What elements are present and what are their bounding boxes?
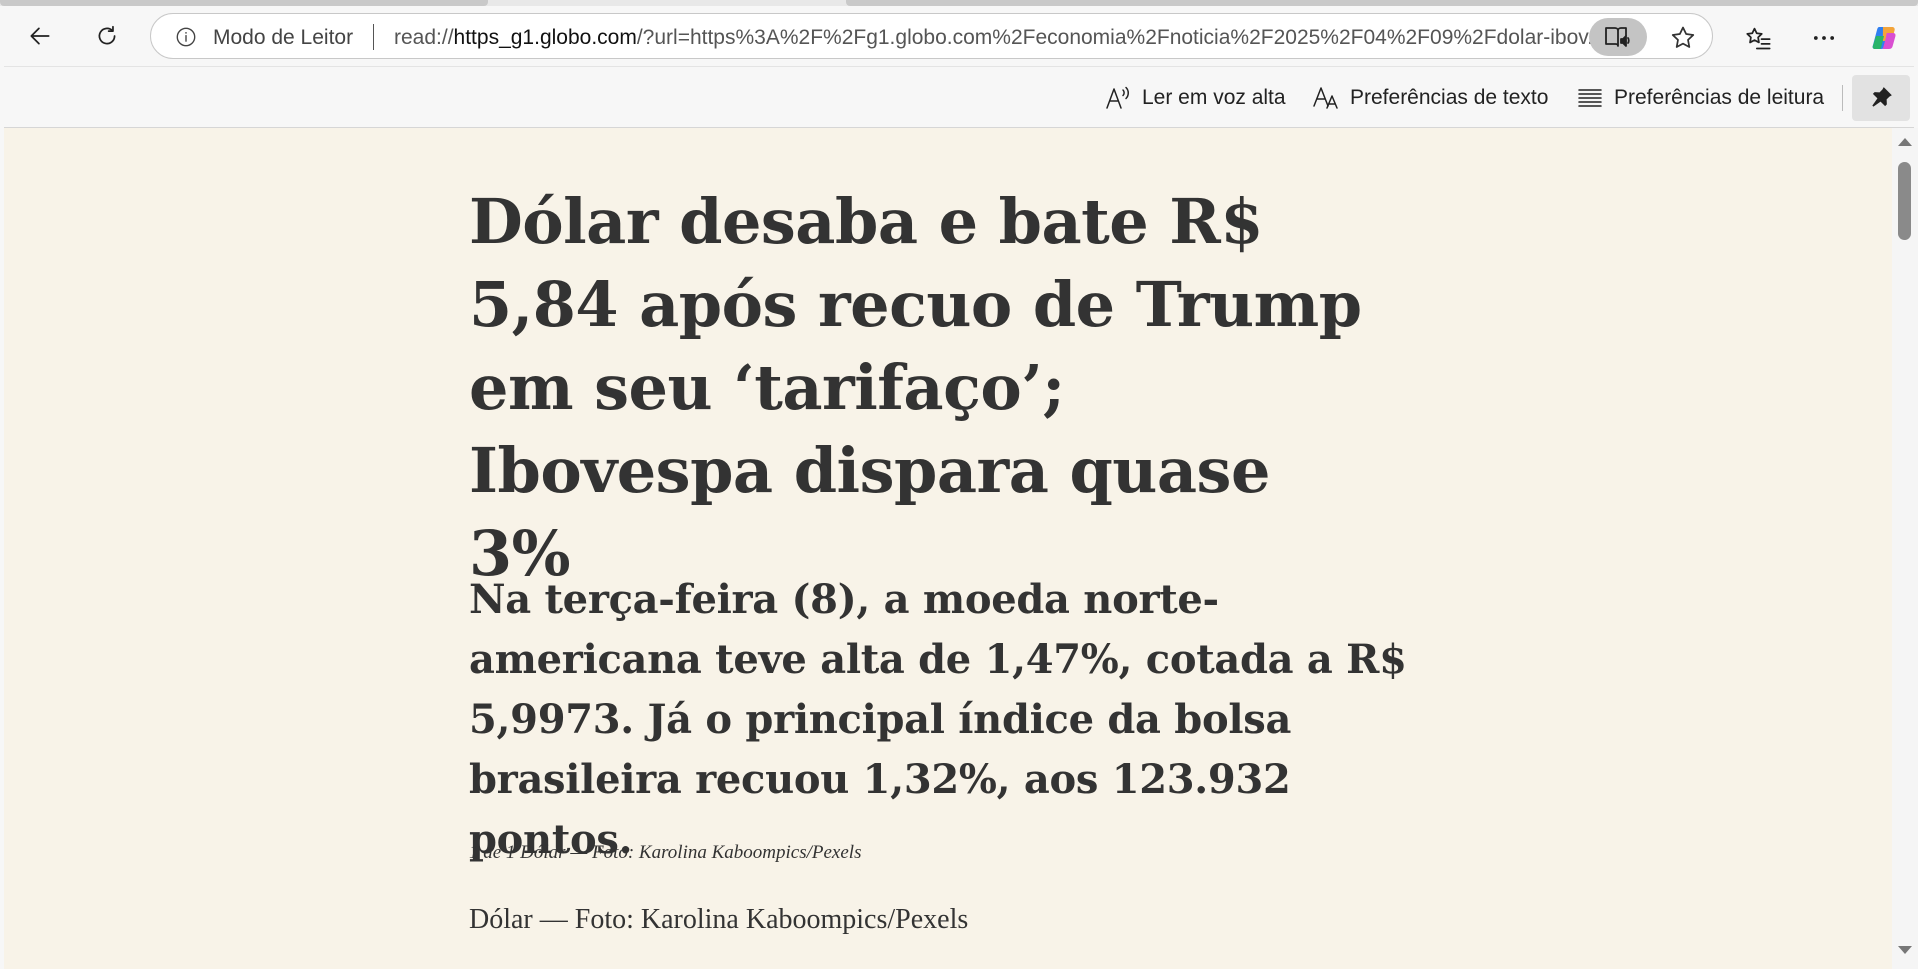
scrollbar-thumb[interactable] (1898, 162, 1911, 240)
reload-button[interactable] (87, 16, 127, 56)
address-bar[interactable]: Modo de Leitor read://https_g1.globo.com… (150, 13, 1713, 59)
url-prefix: read:// (394, 26, 454, 49)
immersive-reader-button[interactable] (1589, 18, 1647, 56)
copilot-button[interactable] (1864, 18, 1904, 58)
reading-preferences-button[interactable]: Preferências de leitura (1576, 83, 1824, 113)
read-aloud-button[interactable]: Ler em voz alta (1104, 83, 1286, 113)
favorites-list-icon (1746, 27, 1771, 50)
pin-icon (1872, 87, 1892, 107)
url-path: /?url=https%3A%2F%2Fg1.globo.com%2Fecono… (636, 26, 1605, 49)
scrollbar[interactable] (1892, 128, 1918, 969)
reload-icon (98, 25, 116, 45)
scroll-down-arrow-icon[interactable] (1898, 946, 1912, 954)
favorites-button[interactable] (1738, 18, 1778, 58)
copilot-icon (1872, 27, 1896, 50)
reader-content: Dólar desaba e bate R$ 5,84 após recuo d… (4, 128, 1892, 969)
read-aloud-icon (1106, 86, 1129, 109)
toolbar-divider (1842, 85, 1843, 111)
settings-more-button[interactable] (1804, 18, 1844, 58)
reader-mode-label[interactable]: Modo de Leitor (213, 26, 353, 50)
immersive-reader-icon (1605, 27, 1630, 47)
text-preferences-label: Preferências de texto (1350, 86, 1549, 109)
back-button[interactable] (20, 16, 60, 56)
article-headline: Dólar desaba e bate R$ 5,84 após recuo d… (469, 185, 1362, 590)
text-preferences-button[interactable]: Preferências de texto (1312, 83, 1548, 113)
back-arrow-icon (30, 27, 50, 45)
read-aloud-label: Ler em voz alta (1142, 86, 1286, 109)
url-text[interactable]: read://https_g1.globo.com/?url=https%3A%… (394, 26, 1734, 50)
article-lede: Na terça-feira (8), a moeda norte-americ… (469, 576, 1407, 863)
reading-preferences-label: Preferências de leitura (1614, 86, 1825, 109)
url-host: https_g1.globo.com (453, 26, 637, 49)
star-icon (1671, 26, 1695, 48)
scroll-up-arrow-icon[interactable] (1898, 138, 1912, 146)
reading-preferences-icon (1578, 89, 1602, 107)
address-bar-row: Modo de Leitor read://https_g1.globo.com… (0, 6, 1918, 66)
add-favorite-button[interactable] (1665, 20, 1701, 56)
more-icon (1813, 36, 1835, 40)
image-credit: Dólar — Foto: Karolina Kaboompics/Pexels (469, 904, 969, 935)
text-size-icon (1313, 87, 1338, 109)
omnibox-divider (373, 24, 374, 50)
image-caption: 1 de 1 Dólar — Foto: Karolina Kaboompics… (469, 842, 862, 863)
pin-toolbar-button[interactable] (1852, 75, 1910, 121)
reader-toolbar: Ler em voz alta Preferências de texto Pr… (4, 66, 1914, 128)
info-icon[interactable] (175, 26, 197, 48)
